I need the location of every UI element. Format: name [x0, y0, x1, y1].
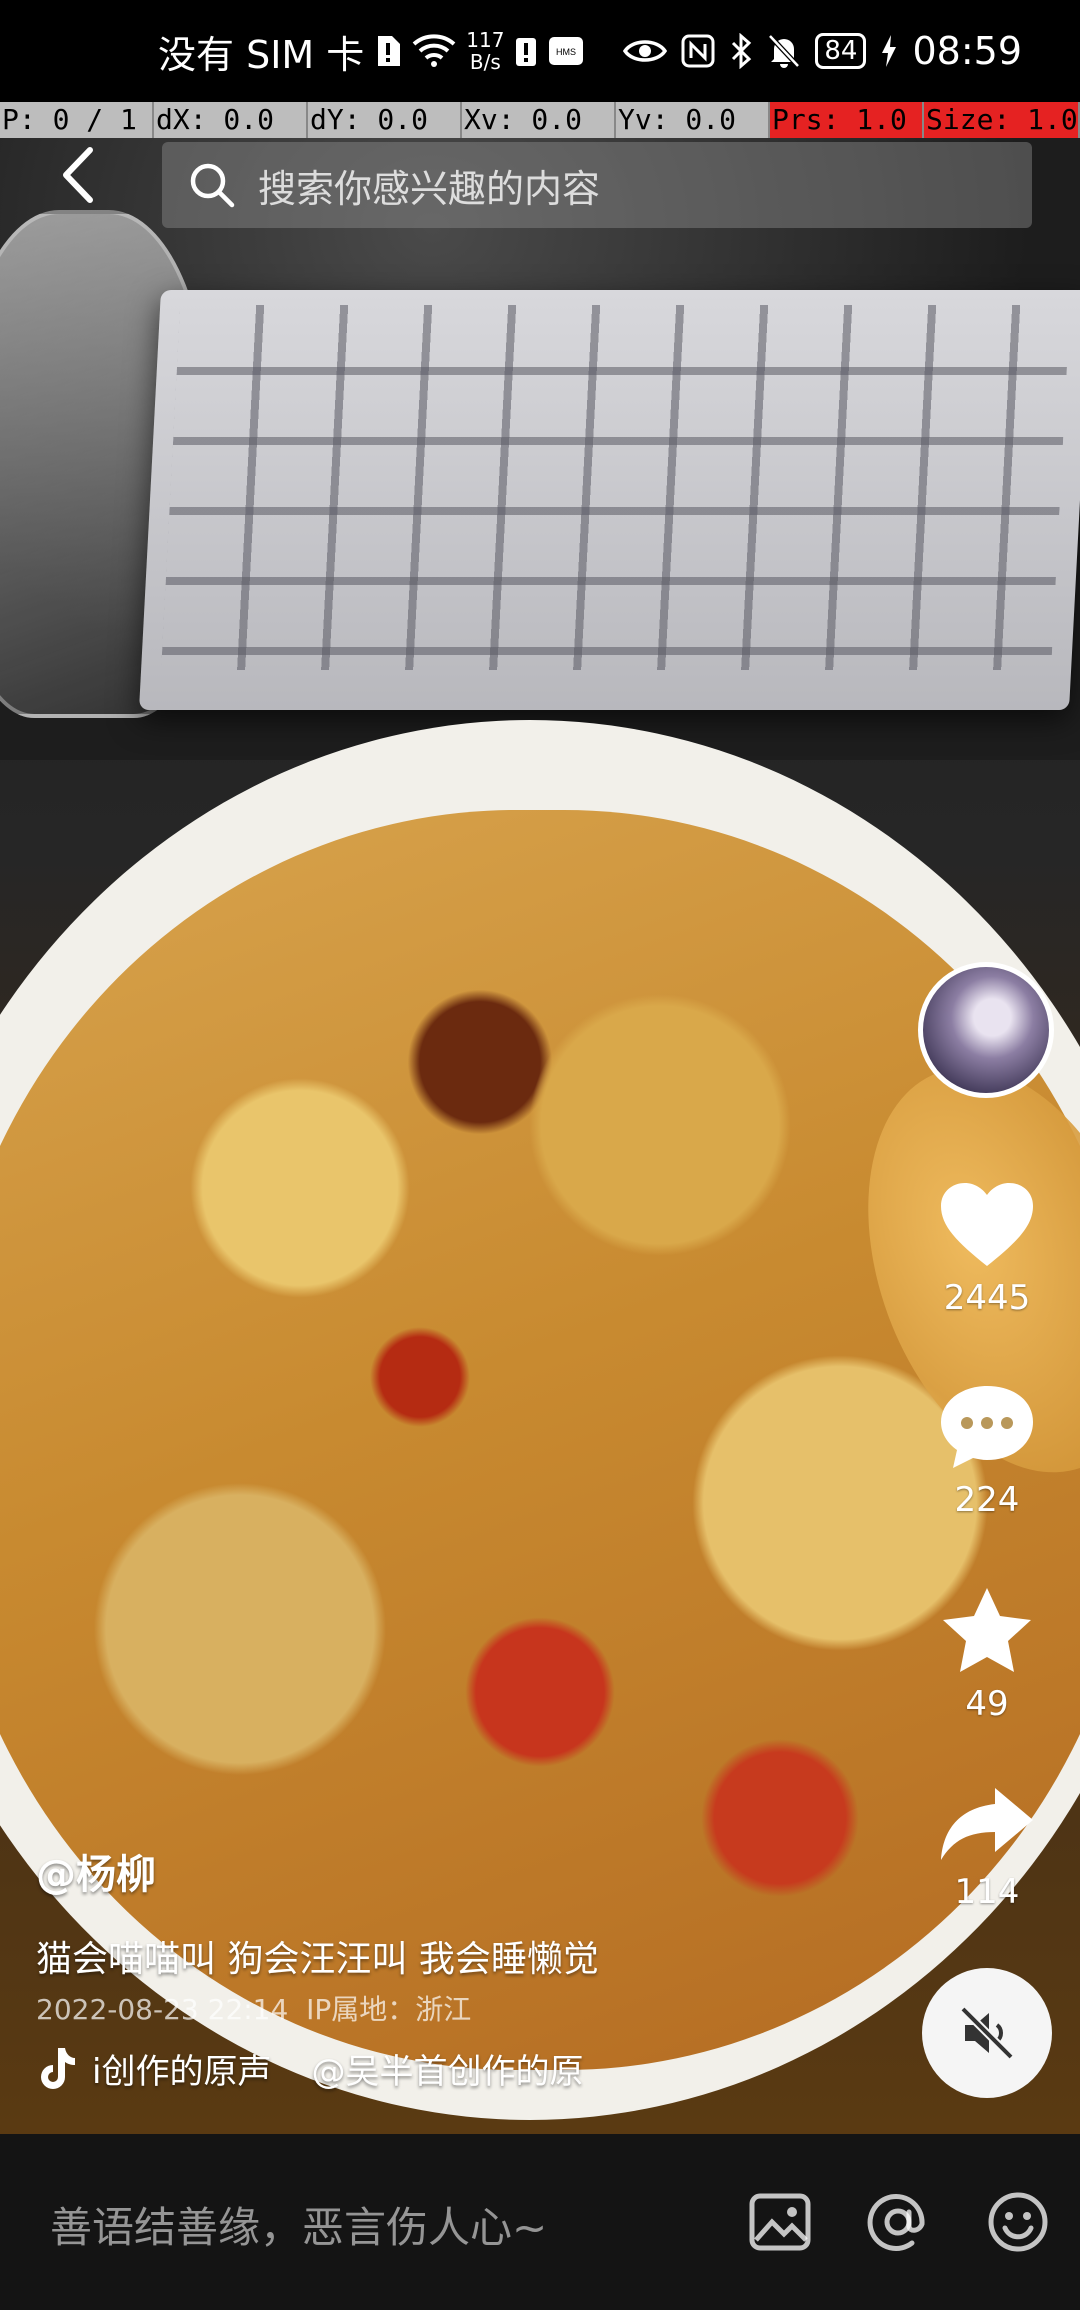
- smiley-icon: [988, 2192, 1048, 2252]
- share-button[interactable]: 114: [922, 1784, 1052, 1912]
- music-marquee[interactable]: i创作的原声 @吴半首创作的原: [36, 2040, 596, 2096]
- comment-button[interactable]: 224: [922, 1382, 1052, 1520]
- share-arrow-icon: [941, 1788, 1033, 1860]
- battery-indicator: 84: [815, 33, 867, 69]
- ip-location: IP属地：浙江: [306, 1993, 472, 2026]
- mute-toggle-button[interactable]: [922, 1968, 1052, 2098]
- back-arrow-icon: [63, 147, 93, 203]
- like-count: 2445: [943, 1278, 1031, 1318]
- notification-icon: [514, 34, 538, 68]
- author-name[interactable]: @杨柳: [36, 1842, 156, 1900]
- search-bar[interactable]: 搜索你感兴趣的内容: [162, 142, 1032, 228]
- mention-button[interactable]: [866, 2190, 930, 2254]
- nfc-icon: [681, 34, 715, 68]
- debug-dy: dY: 0.0: [308, 102, 462, 138]
- bluetooth-icon: [729, 33, 753, 69]
- svg-text:HMS: HMS: [556, 47, 576, 57]
- carrier-text: 没有 SIM 卡: [158, 32, 365, 77]
- hms-icon: HMS: [548, 36, 584, 66]
- mute-bell-icon: [767, 33, 801, 69]
- search-placeholder: 搜索你感兴趣的内容: [258, 166, 601, 211]
- debug-yv: Yv: 0.0: [616, 102, 770, 138]
- comment-input[interactable]: 善语结善缘，恶言伤人心~: [50, 2194, 547, 2255]
- video-frame[interactable]: [0, 0, 1080, 2134]
- comment-count: 224: [954, 1480, 1020, 1520]
- eye-icon: [623, 36, 668, 66]
- like-button[interactable]: 2445: [922, 1180, 1052, 1318]
- debug-size: Size: 1.0: [924, 102, 1080, 138]
- comment-icon: [941, 1386, 1033, 1468]
- search-icon: [190, 163, 235, 208]
- image-picker-button[interactable]: [748, 2190, 812, 2254]
- share-count: 114: [954, 1872, 1020, 1912]
- pointer-location-bar: P: 0 / 1 dX: 0.0 dY: 0.0 Xv: 0.0 Yv: 0.0…: [0, 102, 1080, 138]
- keyboard-image: [138, 290, 1080, 710]
- clock: 08:59: [912, 29, 1022, 73]
- author-avatar[interactable]: [918, 962, 1054, 1098]
- debug-pointer-count: P: 0 / 1: [0, 102, 154, 138]
- comment-bar: 善语结善缘，恶言伤人心~: [0, 2134, 1080, 2310]
- at-sign-icon: [867, 2193, 925, 2251]
- post-meta: 2022-08-23 22:14 IP属地：浙江: [36, 1988, 471, 2028]
- post-description: 猫会喵喵叫 狗会汪汪叫 我会睡懒觉: [36, 1939, 599, 1980]
- speaker-muted-icon: [960, 2006, 1014, 2060]
- favorite-count: 49: [965, 1684, 1009, 1724]
- debug-xv: Xv: 0.0: [462, 102, 616, 138]
- debug-pressure: Prs: 1.0: [770, 102, 924, 138]
- wifi-icon: [412, 34, 456, 68]
- music-author: @吴半首创作的原: [311, 2051, 584, 2092]
- network-speed: 117 B/s: [466, 28, 505, 74]
- status-bar: 没有 SIM 卡 117 B/s HMS 84 08:59: [0, 0, 1080, 102]
- star-icon: [943, 1588, 1031, 1672]
- heart-icon: [941, 1183, 1033, 1266]
- emoji-button[interactable]: [986, 2190, 1050, 2254]
- favorite-button[interactable]: 49: [922, 1584, 1052, 1724]
- charging-icon: [880, 34, 898, 68]
- back-button[interactable]: [50, 140, 110, 210]
- tiktok-music-icon: [41, 2048, 75, 2089]
- image-icon: [749, 2193, 811, 2251]
- music-title: i创作的原声: [92, 2051, 272, 2092]
- debug-dx: dX: 0.0: [154, 102, 308, 138]
- sim-alert-icon: [374, 34, 402, 68]
- post-timestamp: 2022-08-23 22:14: [36, 1993, 289, 2026]
- food-image: [0, 810, 1080, 2070]
